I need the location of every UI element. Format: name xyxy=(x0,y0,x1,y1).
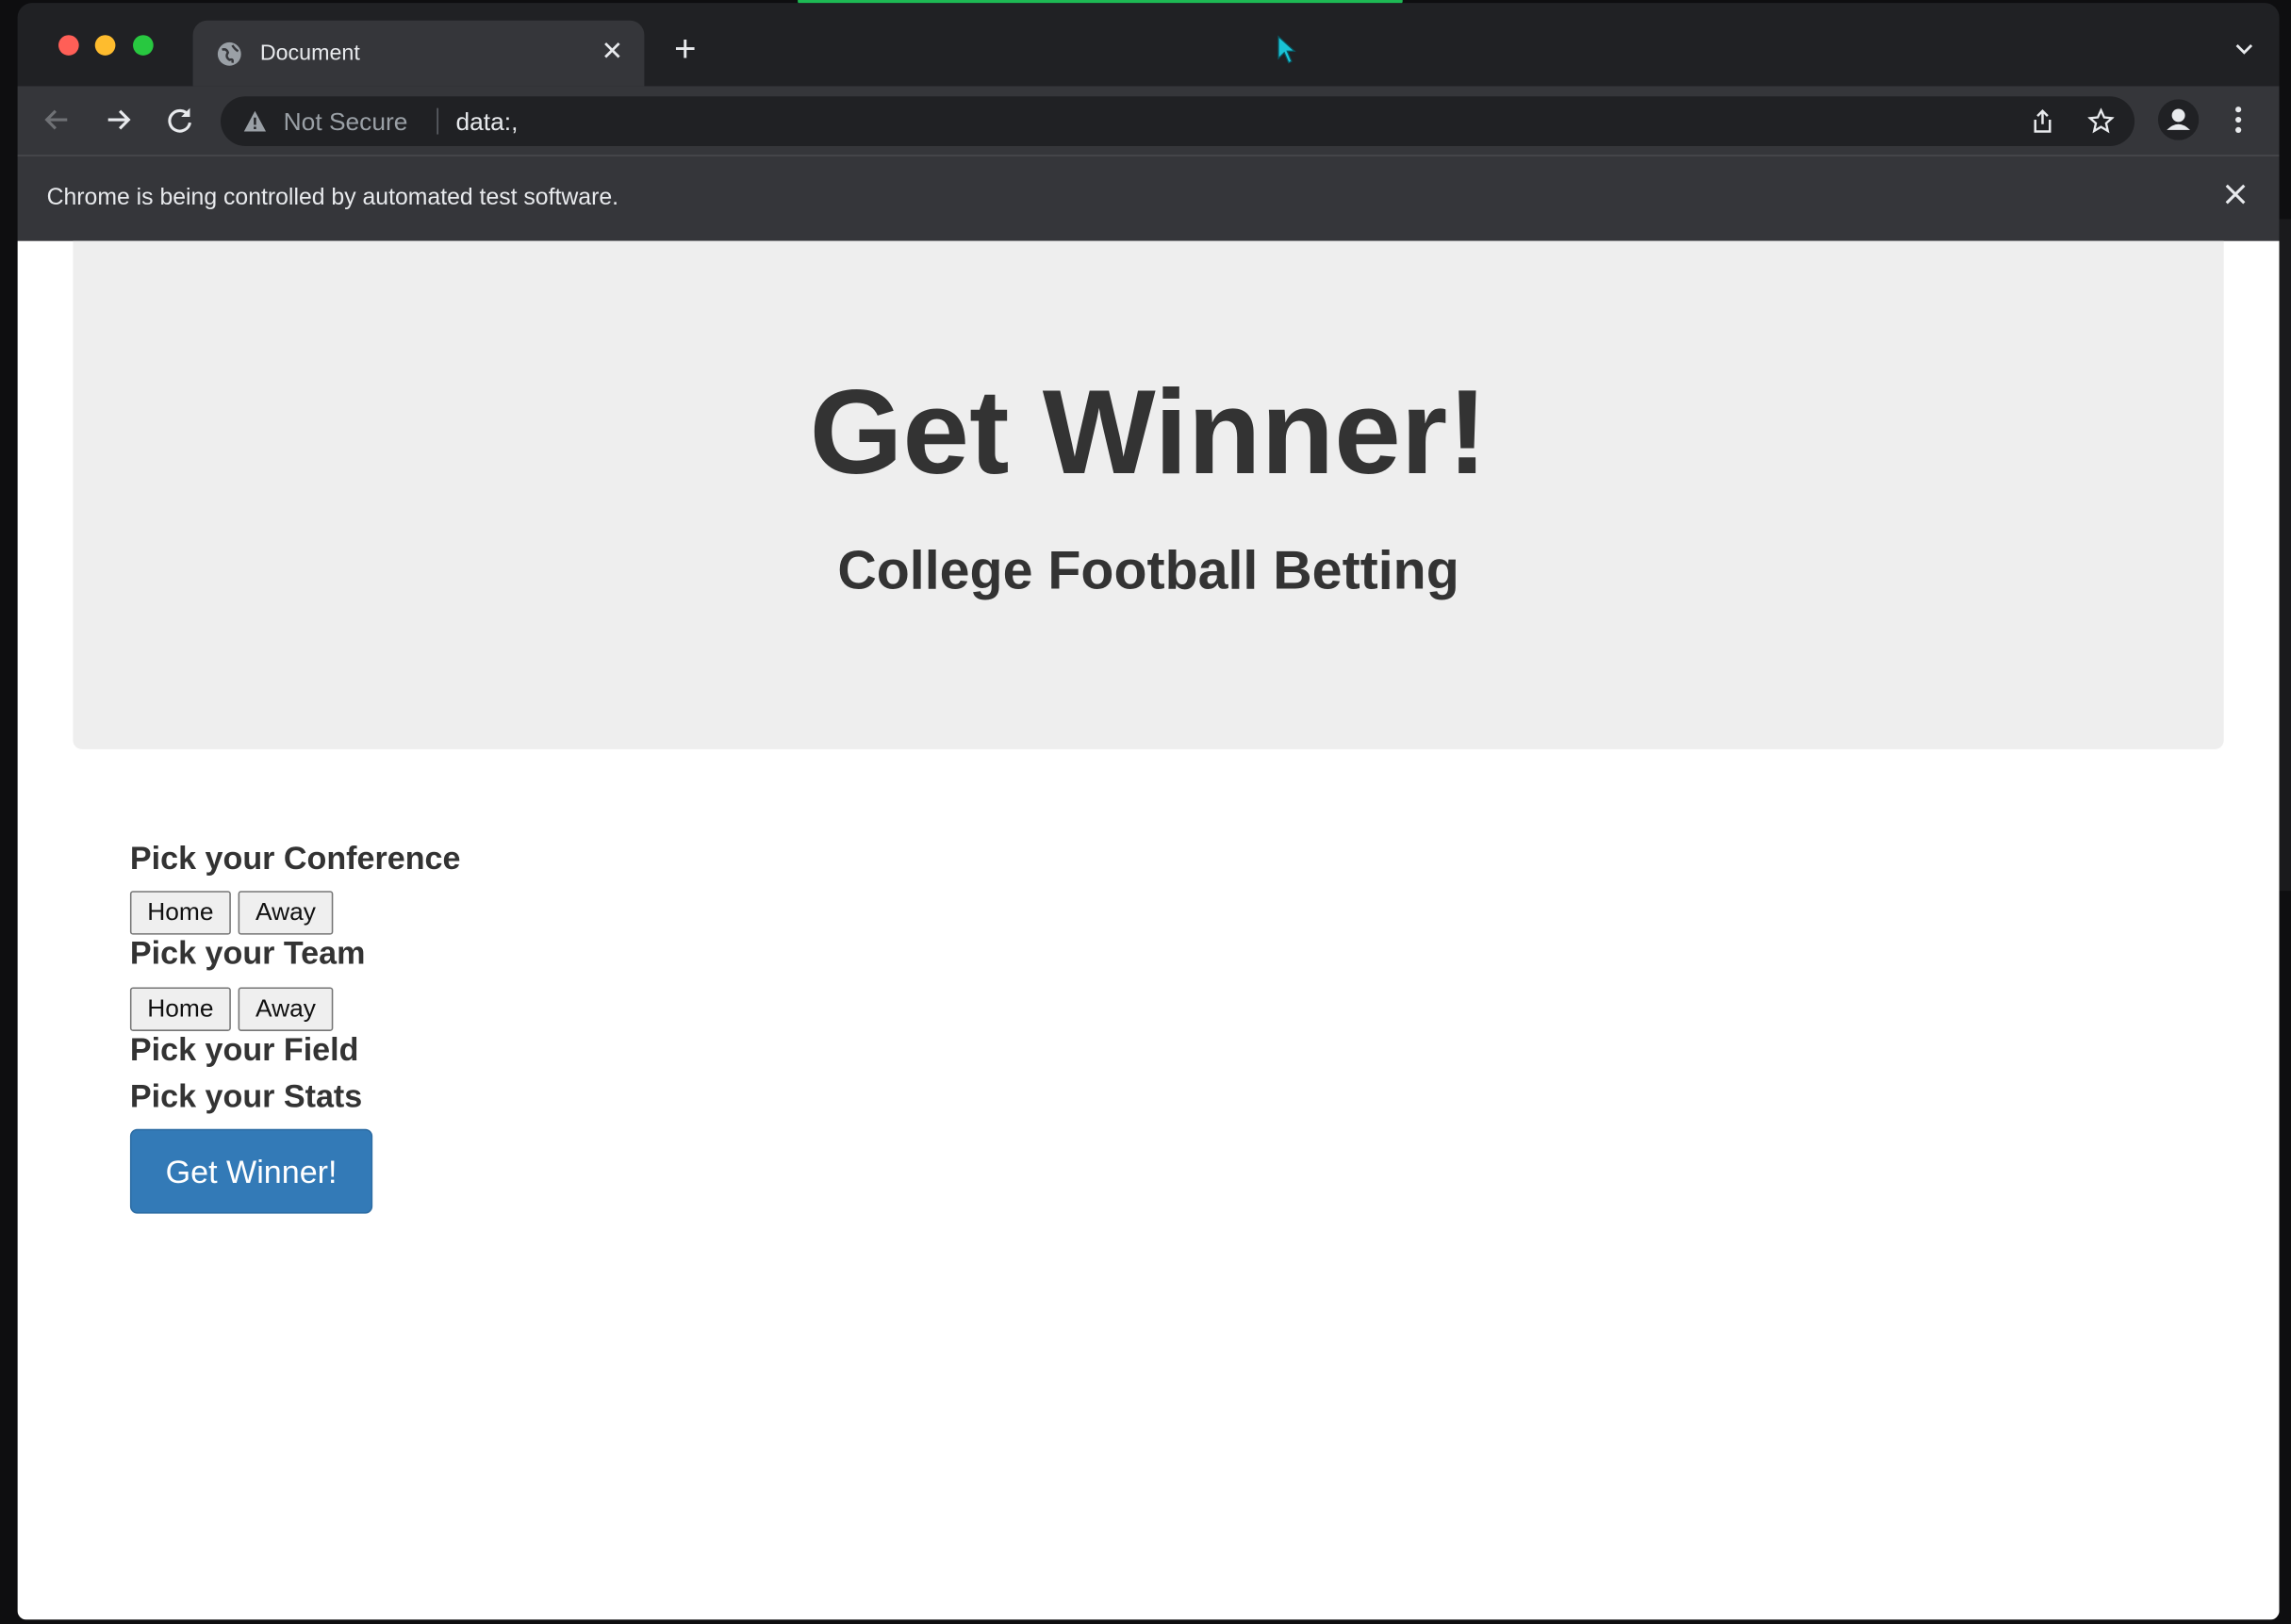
back-arrow-icon[interactable] xyxy=(41,104,73,136)
url-text[interactable]: data:, xyxy=(456,108,519,138)
browser-window: Document ✕ + Not Secure data:, Chrome is… xyxy=(17,3,2280,1620)
mouse-cursor-icon xyxy=(1277,35,1296,64)
window-minimize-button[interactable] xyxy=(94,35,116,56)
screen: Document ✕ + Not Secure data:, Chrome is… xyxy=(0,0,2291,1624)
window-zoom-button[interactable] xyxy=(133,35,154,56)
profile-avatar-icon[interactable] xyxy=(2157,99,2200,140)
team-away-button[interactable]: Away xyxy=(238,987,334,1031)
browser-toolbar: Not Secure data:, xyxy=(17,86,2280,156)
get-winner-button[interactable]: Get Winner! xyxy=(129,1128,373,1214)
conference-home-button[interactable]: Home xyxy=(129,891,231,935)
automation-infobar: Chrome is being controlled by automated … xyxy=(17,155,2280,241)
tab-close-icon[interactable]: ✕ xyxy=(598,37,627,66)
page-title: Get Winner! xyxy=(809,366,1488,500)
security-status[interactable]: Not Secure xyxy=(284,108,408,138)
team-home-button[interactable]: Home xyxy=(129,987,231,1031)
chevron-down-icon[interactable] xyxy=(2233,38,2256,61)
bookmark-star-icon[interactable] xyxy=(2087,107,2115,135)
background-window-edge xyxy=(2279,219,2291,892)
conference-label: Pick your Conference xyxy=(129,839,461,877)
infobar-message: Chrome is being controlled by automated … xyxy=(46,185,619,211)
field-label: Pick your Field xyxy=(129,1030,359,1068)
close-icon[interactable] xyxy=(2224,183,2248,206)
tab-document[interactable]: Document ✕ xyxy=(192,20,645,87)
page-content: Get Winner! College Football Betting Pic… xyxy=(17,240,2280,1620)
kebab-menu-icon[interactable] xyxy=(2224,104,2253,136)
globe-icon xyxy=(217,41,241,66)
reload-icon[interactable] xyxy=(164,104,196,136)
share-icon[interactable] xyxy=(2030,108,2056,135)
stats-label: Pick your Stats xyxy=(129,1077,363,1115)
jumbotron: Get Winner! College Football Betting xyxy=(73,240,2224,749)
tab-title: Document xyxy=(259,41,360,66)
page-subtitle: College Football Betting xyxy=(837,540,1459,600)
window-close-button[interactable] xyxy=(58,35,79,56)
warning-icon xyxy=(243,110,267,132)
omnibox-divider xyxy=(437,107,438,135)
team-label: Pick your Team xyxy=(129,934,366,972)
forward-arrow-icon[interactable] xyxy=(102,104,134,136)
address-bar[interactable]: Not Secure data:, xyxy=(221,96,2135,146)
new-tab-button[interactable]: + xyxy=(669,29,701,67)
conference-away-button[interactable]: Away xyxy=(238,891,334,935)
